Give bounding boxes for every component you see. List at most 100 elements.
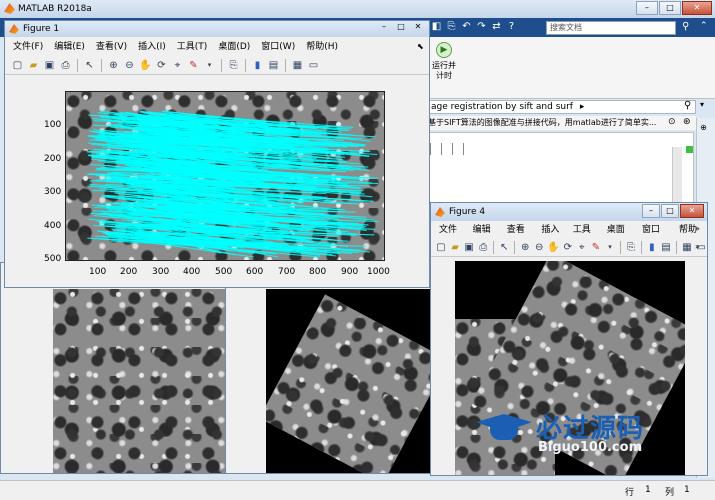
search-docs-input[interactable]: 搜索文档 [546,21,676,35]
fig4-open-icon[interactable]: ▰ [449,241,461,254]
figure4-menu-window[interactable]: 窗口(W) [642,223,672,250]
matlab-maximize-button[interactable]: □ [659,1,681,15]
editor-tab-2[interactable] [441,143,442,155]
undo-icon[interactable]: ↶ [460,20,473,33]
fig1-zoom-in-icon[interactable]: ⊕ [107,59,120,72]
figure4-menu-tools[interactable]: 工具(T) [573,223,600,250]
fig4-print-icon[interactable]: ⎙ [477,241,489,254]
ribbon-collapse-icon[interactable]: ⌃ [700,21,708,31]
figure-window-bg-left[interactable] [0,262,232,474]
figure4-toolbar-overflow-icon[interactable]: » [695,242,700,251]
run-and-time-icon: ▶ [436,42,452,58]
figure1-close-button[interactable]: ✕ [410,22,426,34]
figure4-menu-insert[interactable]: 插入(I) [541,223,565,250]
fig4-toolbar-separator [619,241,621,254]
fig1-legend-icon[interactable]: ▤ [267,59,280,72]
figure4-close-button[interactable]: ✕ [680,204,704,218]
fig1-print-icon[interactable]: ⎙ [59,59,72,72]
run-and-time-button[interactable]: ▶ 运行并计时 [430,42,458,86]
quick-icon-1[interactable]: ◧ [430,20,443,33]
fig1-open-icon[interactable]: ▰ [27,59,40,72]
fig1-rotate-icon[interactable]: ⟳ [155,59,168,72]
path-dropdown-icon[interactable]: ▾ [700,100,704,109]
fig1-new-icon[interactable]: ▢ [11,59,24,72]
help-icon[interactable]: ? [505,20,518,33]
fig1-datacursor-icon[interactable]: ⌖ [171,59,184,72]
figure1-menu-help[interactable]: 帮助(H) [306,40,338,55]
fig1-brush-icon[interactable]: ✎ [187,59,200,72]
y-tick-label: 400 [44,221,62,231]
fig1-colorbar-icon[interactable]: ▮ [251,59,264,72]
figure1-menu-desktop[interactable]: 桌面(D) [218,40,250,55]
figure4-menu-overflow-icon[interactable]: » [695,224,700,233]
redo-icon[interactable]: ↷ [475,20,488,33]
fig1-dock-icon[interactable]: ▭ [307,59,320,72]
fig1-zoom-out-icon[interactable]: ⊖ [123,59,136,72]
figure1-menu-window[interactable]: 窗口(W) [261,40,295,55]
fig4-rotate-icon[interactable]: ⟳ [562,241,574,254]
fig4-zoom-in-icon[interactable]: ⊕ [519,241,531,254]
status-col-label: 列 [665,488,675,498]
fig4-new-icon[interactable]: ▢ [435,241,447,254]
quick-icon-2[interactable]: ⎘ [445,20,458,33]
x-tick-label: 500 [215,267,233,277]
figure-window-bg-middle[interactable] [225,262,447,474]
fig4-link-icon[interactable]: ⎘ [625,241,637,254]
figure4-maximize-button[interactable]: □ [661,204,679,218]
figure4-menu-view[interactable]: 查看(V) [507,223,535,250]
figure1-minimize-button[interactable]: – [376,22,392,34]
figure4-menu-file[interactable]: 文件(F) [439,223,466,250]
fig4-pan-icon[interactable]: ✋ [547,241,559,254]
fig4-pointer-icon[interactable]: ↖ [498,241,510,254]
status-row-value: 1 [645,485,651,495]
run-and-time-label: 运行并计时 [432,61,456,80]
fig4-legend-icon[interactable]: ▤ [660,241,672,254]
figure1-menu-view[interactable]: 查看(V) [96,40,127,55]
editor-scrollbar[interactable] [672,147,682,207]
fig4-brush-dropdown-icon[interactable]: ▾ [604,241,616,254]
search-icon[interactable]: ⚲ [682,21,689,32]
figure1-window[interactable]: Figure 1 – □ ✕ 文件(F) 编辑(E) 查看(V) 插入(I) 工… [4,20,430,288]
figure1-plot-area: 100 200 300 400 500 100 200 300 400 500 … [5,77,429,287]
description-expand-icon[interactable]: ⊙ [668,117,676,127]
editor-tab-4[interactable] [463,143,464,155]
quick-icon-5[interactable]: ⇄ [490,20,503,33]
fig1-brush-dropdown-icon[interactable]: ▾ [203,59,216,72]
figure1-menu-tools[interactable]: 工具(T) [177,40,208,55]
matlab-close-button[interactable]: ✕ [682,1,712,15]
x-tick-label: 400 [183,267,201,277]
figure1-menu-edit[interactable]: 编辑(E) [54,40,85,55]
figure4-menu-desktop[interactable]: 桌面(D) [607,223,635,250]
figure4-window-controls: – □ ✕ [642,204,704,218]
editor-tab-3[interactable] [452,143,453,155]
figure1-menu-insert[interactable]: 插入(I) [138,40,166,55]
fig4-toolbar-separator [514,241,516,254]
fig4-datacursor-icon[interactable]: ⌖ [576,241,588,254]
figure4-menu-edit[interactable]: 编辑(E) [473,223,500,250]
figure1-menu-dock-icon[interactable]: ⬉ [417,42,424,51]
description-text: 基于SIFT算法的图像配准与拼接代码，用matlab进行了简单实... [428,118,657,127]
fig1-pointer-icon[interactable]: ↖ [83,59,96,72]
fig4-brush-icon[interactable]: ✎ [590,241,602,254]
figure4-logo-icon [435,207,445,217]
y-tick-label: 500 [44,254,62,264]
fig1-save-icon[interactable]: ▣ [43,59,56,72]
fig4-save-icon[interactable]: ▣ [463,241,475,254]
fig4-zoom-out-icon[interactable]: ⊖ [533,241,545,254]
figure1-maximize-button[interactable]: □ [393,22,409,34]
figure4-minimize-button[interactable]: – [642,204,660,218]
fig1-pan-icon[interactable]: ✋ [139,59,152,72]
fig1-hide-tools-icon[interactable]: ▦ [291,59,304,72]
matlab-minimize-button[interactable]: – [636,1,658,15]
fig4-hide-tools-icon[interactable]: ▦ [681,241,693,254]
fig4-colorbar-icon[interactable]: ▮ [646,241,658,254]
folder-path-bar[interactable]: age registration by sift and surf ▸ [428,100,696,114]
fig1-link-icon[interactable]: ⎘ [227,59,240,72]
editor-tab-1[interactable] [430,143,431,155]
path-search-icon[interactable]: ⚲ [684,100,691,111]
figure4-menu-help[interactable]: 帮助(H) [679,223,707,250]
match-lines-overlay [86,110,379,258]
description-more-icon[interactable]: ⊛ [683,117,691,127]
x-tick-label: 100 [89,267,107,277]
figure1-menu-file[interactable]: 文件(F) [13,40,43,55]
